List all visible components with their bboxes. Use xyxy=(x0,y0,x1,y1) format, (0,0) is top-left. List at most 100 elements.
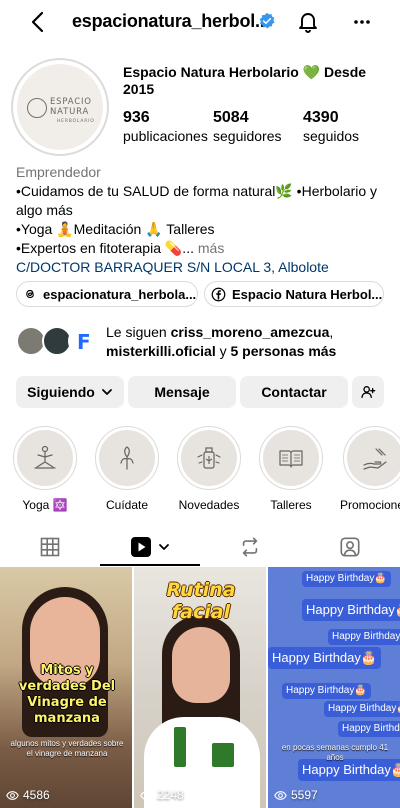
highlight-label: Cuídate xyxy=(105,498,149,512)
profile-avatar[interactable]: ESPACIO NATURA HERBOLARIO xyxy=(11,58,109,156)
tagged-person-icon xyxy=(340,537,360,557)
stat-following[interactable]: 4390 seguidos xyxy=(303,108,393,145)
verified-badge-icon xyxy=(259,12,275,29)
threads-link-pill[interactable]: espacionatura_herbola... xyxy=(16,281,198,307)
highlight-promociones[interactable]: Promocione xyxy=(340,426,400,512)
birthday-bubble: Happy Birthday🎂 xyxy=(328,629,400,645)
bio-more-link[interactable]: más xyxy=(194,240,224,256)
contact-button[interactable]: Contactar xyxy=(240,376,348,408)
tab-reposts[interactable] xyxy=(200,528,300,566)
highlight-ring xyxy=(95,426,159,490)
profile-tabs xyxy=(0,528,400,566)
bio-line: •Expertos en fitoterapia 💊... xyxy=(16,240,194,256)
reel-thumbnail-3[interactable]: Happy Birthday🎂 Happy Birthday🎂 Happy Bi… xyxy=(268,567,400,808)
profile-bio: Emprendedor •Cuidamos de tu SALUD de for… xyxy=(16,163,388,277)
mutual-user-1: criss_moreno_amezcua xyxy=(170,324,330,340)
herb-bottle-icon xyxy=(197,447,221,469)
add-person-icon xyxy=(361,386,376,398)
highlight-ring xyxy=(177,426,241,490)
view-count-value: 4586 xyxy=(23,788,50,802)
birthday-bubble: Happy Birthday🎂 xyxy=(282,683,371,699)
highlight-ring xyxy=(259,426,323,490)
reels-play-icon xyxy=(131,537,151,557)
profile-stats: 936 publicaciones 5084 seguidores 4390 s… xyxy=(123,108,393,145)
bio-address-link[interactable]: C/DOCTOR BARRAQUER S/N LOCAL 3, Albolote xyxy=(16,258,388,277)
reels-grid: Mitos y verdades Del Vinagre de manzana … xyxy=(0,567,400,808)
reel-title: Rutina facial xyxy=(166,579,236,623)
stat-value: 4390 xyxy=(303,109,339,126)
message-button-label: Mensaje xyxy=(154,384,210,400)
message-button[interactable]: Mensaje xyxy=(128,376,236,408)
chevron-down-icon xyxy=(101,389,112,395)
highlight-ring xyxy=(343,426,400,490)
tab-tagged[interactable] xyxy=(300,528,400,566)
eye-icon xyxy=(140,790,153,800)
suggested-users-button[interactable] xyxy=(352,376,384,408)
tab-reels[interactable] xyxy=(100,528,200,566)
brand-logo: ESPACIO NATURA HERBOLARIO xyxy=(17,64,103,150)
followed-suffix: y xyxy=(215,343,231,359)
grid-icon xyxy=(40,537,60,557)
chevron-down-icon xyxy=(159,544,169,550)
following-button[interactable]: Siguiendo xyxy=(16,376,124,408)
stat-posts[interactable]: 936 publicaciones xyxy=(123,108,213,145)
eye-icon xyxy=(6,790,19,800)
hand-gift-icon xyxy=(363,448,387,470)
birthday-bubble: Happy Birthday🎂 xyxy=(302,571,391,587)
open-book-icon xyxy=(279,450,303,468)
notification-bell-icon[interactable] xyxy=(296,9,320,33)
view-count: 4586 xyxy=(6,788,50,802)
stat-value: 936 xyxy=(123,109,150,126)
facebook-link-pill[interactable]: Espacio Natura Herbol... xyxy=(204,281,384,307)
highlight-cover xyxy=(347,430,400,486)
birthday-bubble: Happy Birthday🎂 xyxy=(338,721,400,737)
facebook-link-label: Espacio Natura Herbol... xyxy=(232,286,383,302)
view-count: 2248 xyxy=(140,788,184,802)
highlight-label: Novedades xyxy=(178,498,240,512)
bio-category: Emprendedor xyxy=(16,164,101,180)
reel-caption: en pocas semanas cumplo 41 años xyxy=(281,743,389,762)
birthday-bubble: Happy Birthday🎂 xyxy=(324,701,400,717)
stat-value: 5084 xyxy=(213,109,249,126)
highlight-yoga[interactable]: Yoga 🔯 xyxy=(12,426,78,512)
eye-icon xyxy=(274,790,287,800)
logo-text-line1: ESPACIO xyxy=(50,97,92,107)
leaf-logo-icon xyxy=(27,98,47,118)
product-jar xyxy=(212,743,234,767)
view-count-value: 5597 xyxy=(291,788,318,802)
highlight-cover xyxy=(263,430,319,486)
highlight-cuidate[interactable]: Cuídate xyxy=(94,426,160,512)
highlight-cover xyxy=(181,430,237,486)
hand-flower-icon xyxy=(120,446,134,470)
following-button-label: Siguiendo xyxy=(27,384,95,400)
stat-followers[interactable]: 5084 seguidores xyxy=(213,108,303,145)
highlight-label: Talleres xyxy=(270,498,312,512)
followed-prefix: Le siguen xyxy=(106,324,171,340)
birthday-bubble: Happy Birthday🎂 xyxy=(302,599,400,621)
reel-thumbnail-2[interactable]: Rutina facial 2248 xyxy=(134,567,266,808)
tab-posts-grid[interactable] xyxy=(0,528,100,566)
threads-link-label: espacionatura_herbola... xyxy=(43,286,197,302)
repost-icon xyxy=(242,537,258,557)
bio-line: •Cuidamos de tu SALUD de forma natural🌿 … xyxy=(16,183,378,218)
mutual-user-2: misterkilli.oficial xyxy=(106,343,216,359)
thumbnail-image xyxy=(172,627,230,703)
logo-text-line2: NATURA xyxy=(50,107,90,117)
reel-thumbnail-1[interactable]: Mitos y verdades Del Vinagre de manzana … xyxy=(0,567,132,808)
top-bar: espacionatura_herbol... xyxy=(0,0,400,46)
yoga-pose-icon xyxy=(34,445,56,469)
followed-by-text[interactable]: Le siguen criss_moreno_amezcua, misterki… xyxy=(106,323,386,361)
stat-label: publicaciones xyxy=(123,128,208,144)
active-tab-indicator xyxy=(100,564,200,566)
birthday-bubble: Happy Birthday🎂 xyxy=(268,647,382,669)
mutual-followers-avatars[interactable]: F xyxy=(16,326,98,358)
highlight-talleres[interactable]: Talleres xyxy=(258,426,324,512)
highlight-cover xyxy=(17,430,73,486)
highlight-ring xyxy=(13,426,77,490)
highlight-novedades[interactable]: Novedades xyxy=(176,426,242,512)
reel-subtitle: algunos mitos y verdades sobre el vinagr… xyxy=(10,739,124,758)
more-options-icon[interactable] xyxy=(352,12,372,32)
highlight-cover xyxy=(99,430,155,486)
highlight-label: Promocione xyxy=(340,498,400,512)
back-arrow-icon[interactable] xyxy=(26,10,50,34)
